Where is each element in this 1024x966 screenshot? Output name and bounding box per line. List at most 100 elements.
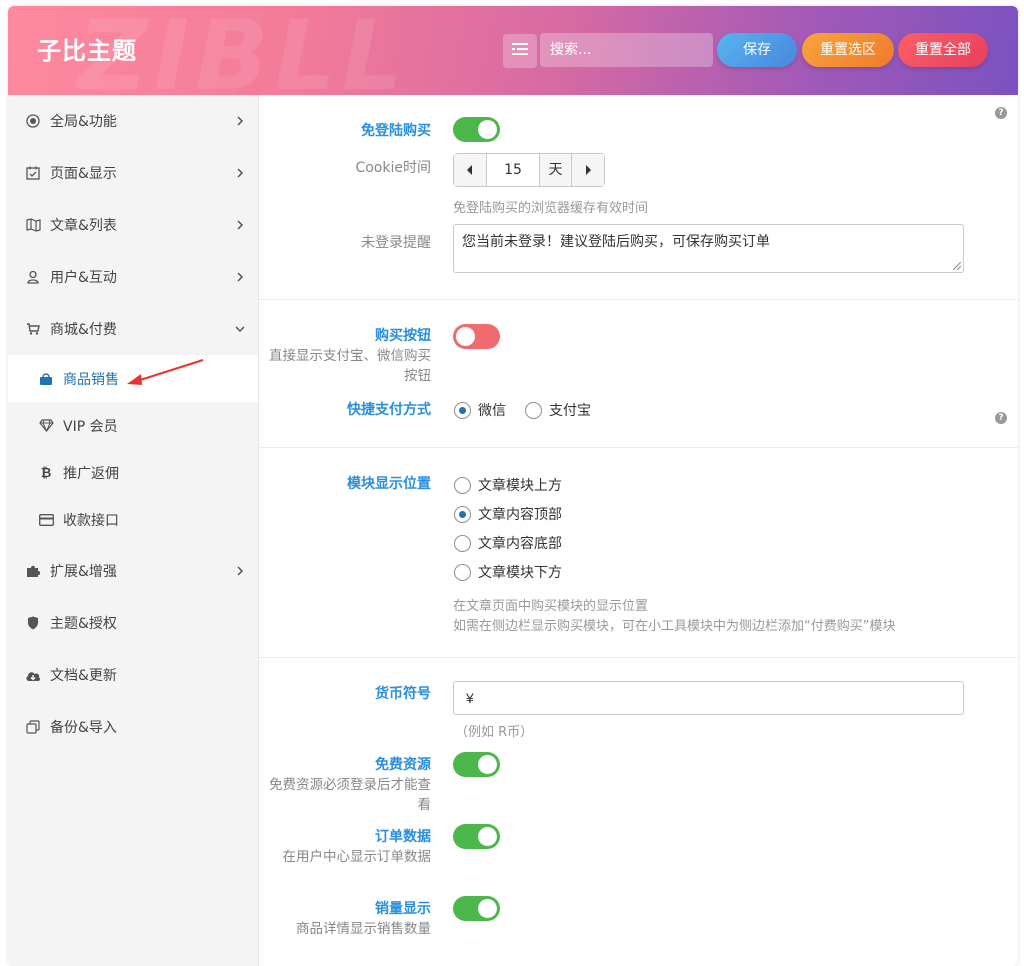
sidebar-item-pages[interactable]: 页面&显示 [8, 147, 258, 199]
notice-textarea[interactable]: 您当前未登录！建议登陆后购买，可保存购买订单 [453, 224, 964, 273]
quick-pay-wechat[interactable]: 微信 [454, 400, 506, 420]
cart-icon [25, 321, 41, 337]
list-icon [512, 42, 528, 60]
reset-section-button[interactable]: 重置选区 [802, 33, 894, 67]
sidebar: 全局&功能 页面&显示 文章&列表 用户&互动 商城&付费 商品销售 VIP 会… [8, 95, 258, 966]
radio-content-top[interactable] [454, 505, 471, 523]
sidebar-item-shop[interactable]: 商城&付费 [8, 303, 258, 355]
radio-above-module[interactable] [454, 476, 471, 494]
sidebar-item-docs[interactable]: 文档&更新 [8, 649, 258, 701]
sidebar-item-theme-license[interactable]: 主题&授权 [8, 597, 258, 649]
position-help-2: 如需在侧边栏显示购买模块，可在小工具模块中为侧边栏添加“付费购买”模块 [453, 619, 896, 634]
search-input[interactable] [540, 33, 713, 67]
radio-label: 文章模块上方 [478, 478, 562, 494]
sidebar-subitem-referral[interactable]: ₿ 推广返佣 [8, 449, 258, 496]
settings-content: 免登陆购买 Cookie时间 15 天 免登陆购买的浏览器缓存有效时间 未登录提… [258, 95, 1018, 966]
sidebar-subitem-label: 推广返佣 [63, 465, 119, 482]
cookie-help: 免登陆购买的浏览器缓存有效时间 [453, 201, 649, 216]
target-icon [25, 113, 41, 129]
sidebar-subitem-label: 商品销售 [63, 371, 119, 388]
order-toggle[interactable] [453, 824, 500, 849]
quick-pay-alipay[interactable]: 支付宝 [525, 400, 591, 420]
sidebar-item-label: 文章&列表 [50, 218, 117, 234]
section-module-position: 模块显示位置 文章模块上方 文章内容顶部 文章内容底部 文章模块下方 在文章页面… [259, 448, 1018, 658]
section-free-login-purchase: 免登陆购买 Cookie时间 15 天 免登陆购买的浏览器缓存有效时间 未登录提… [259, 95, 1018, 300]
sidebar-subitem-vip[interactable]: VIP 会员 [8, 402, 258, 449]
user-icon [25, 269, 41, 285]
sidebar-item-label: 扩展&增强 [50, 564, 117, 580]
section-buy-button: 购买按钮 直接显示支付宝、微信购买按钮 快捷支付方式 微信 支付宝 ? [259, 300, 1018, 448]
save-button[interactable]: 保存 [717, 33, 797, 67]
admin-panel: ZIBLL 子比主题 保存 重置选区 重置全部 全局&功能 页面&显示 文章&列… [8, 6, 1018, 966]
shield-icon [25, 615, 41, 631]
sidebar-item-label: 主题&授权 [50, 616, 117, 632]
decrement-button[interactable] [454, 154, 486, 186]
increment-button[interactable] [572, 154, 604, 186]
chevron-right-icon [232, 269, 248, 285]
radio-below-module[interactable] [454, 563, 471, 581]
sales-label: 销量显示 [375, 901, 431, 917]
sidebar-item-users[interactable]: 用户&互动 [8, 251, 258, 303]
free-res-toggle[interactable] [453, 752, 500, 777]
sidebar-subitem-label: VIP 会员 [63, 418, 118, 435]
radio-label: 文章内容底部 [478, 536, 562, 552]
free-buy-toggle[interactable] [453, 117, 500, 142]
sidebar-subitem-payment[interactable]: 收款接口 [8, 496, 258, 543]
position-help-1: 在文章页面中购买模块的显示位置 [453, 599, 649, 614]
shopping-bag-icon [38, 371, 54, 387]
cookie-value[interactable]: 15 [486, 154, 540, 186]
position-label: 模块显示位置 [347, 476, 431, 492]
free-res-label: 免费资源 [375, 757, 431, 773]
sidebar-item-extensions[interactable]: 扩展&增强 [8, 545, 258, 597]
sidebar-item-label: 备份&导入 [50, 720, 117, 736]
chevron-right-icon [232, 217, 248, 233]
reset-all-button[interactable]: 重置全部 [898, 33, 988, 67]
header-bar: ZIBLL 子比主题 保存 重置选区 重置全部 [8, 6, 1018, 95]
sidebar-item-posts[interactable]: 文章&列表 [8, 199, 258, 251]
sidebar-item-label: 文档&更新 [50, 668, 117, 684]
sidebar-item-global[interactable]: 全局&功能 [8, 95, 258, 147]
sidebar-item-label: 用户&互动 [50, 270, 117, 286]
help-icon[interactable]: ? [995, 412, 1007, 424]
help-icon[interactable]: ? [995, 107, 1007, 119]
sidebar-item-label: 全局&功能 [50, 114, 117, 130]
position-option-3[interactable]: 文章内容底部 [454, 533, 562, 553]
quick-pay-label: 快捷支付方式 [347, 402, 431, 418]
radio-wechat[interactable] [454, 401, 471, 419]
puzzle-icon [25, 563, 41, 579]
section-currency: 货币符号 （例如 R币） 免费资源 免费资源必须登录后才能查看 订单数据 在用户… [259, 658, 1018, 966]
radio-label: 文章模块下方 [478, 565, 562, 581]
sales-desc: 商品详情显示销售数量 [296, 921, 431, 937]
position-option-4[interactable]: 文章模块下方 [454, 562, 562, 582]
bitcoin-icon: ₿ [40, 465, 52, 481]
notice-text: 您当前未登录！建议登陆后购买，可保存购买订单 [462, 234, 770, 250]
currency-input[interactable] [453, 681, 964, 715]
free-res-desc: 免费资源必须登录后才能查看 [269, 777, 431, 813]
cookie-label: Cookie时间 [355, 160, 431, 176]
currency-label: 货币符号 [375, 686, 431, 702]
radio-label: 文章内容顶部 [478, 507, 562, 523]
position-option-2[interactable]: 文章内容顶部 [454, 504, 562, 524]
currency-help: （例如 R币） [455, 725, 534, 740]
chevron-right-icon [232, 113, 248, 129]
buy-button-desc: 直接显示支付宝、微信购买按钮 [269, 348, 431, 384]
expand-menu-button[interactable] [503, 34, 537, 68]
buy-button-toggle[interactable] [453, 324, 500, 349]
sidebar-subitem-label: 收款接口 [63, 512, 119, 529]
copy-icon [25, 719, 41, 735]
credit-card-icon [38, 512, 54, 528]
position-option-1[interactable]: 文章模块上方 [454, 475, 562, 495]
sales-toggle[interactable] [453, 896, 500, 921]
buy-button-label: 购买按钮 [375, 328, 431, 344]
sidebar-item-label: 页面&显示 [50, 166, 117, 182]
cookie-stepper: 15 天 [453, 153, 605, 187]
radio-alipay[interactable] [525, 401, 542, 419]
sidebar-item-backup[interactable]: 备份&导入 [8, 701, 258, 753]
radio-content-bottom[interactable] [454, 534, 471, 552]
diamond-icon [38, 418, 54, 434]
chevron-right-icon [232, 165, 248, 181]
radio-label: 支付宝 [549, 403, 591, 419]
chevron-right-icon [232, 563, 248, 579]
order-label: 订单数据 [375, 829, 431, 845]
notice-label: 未登录提醒 [361, 235, 431, 251]
